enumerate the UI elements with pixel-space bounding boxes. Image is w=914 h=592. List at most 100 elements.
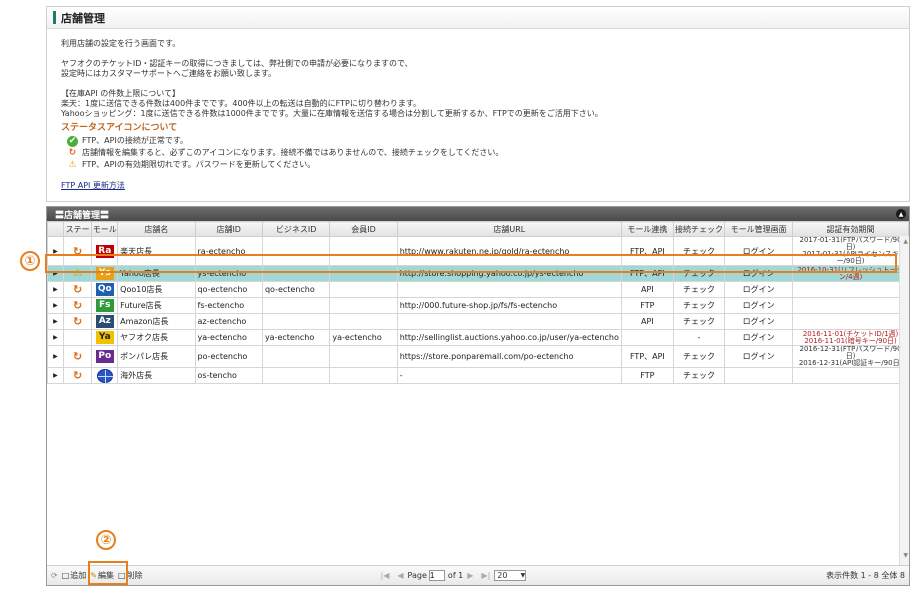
auth-period-cell: 2016-12-31(FTPパスワード/90日) 2016-12-31(API認証… <box>792 345 909 368</box>
delete-button-label: 削除 <box>126 571 143 580</box>
auth-period-cell <box>792 313 909 330</box>
table-row[interactable]: ▶ ↻ Qo Qoo10店長 qo-ectencho qo-ectencho API チェック… <box>47 281 909 298</box>
column-header-mall[interactable]: モール <box>91 221 119 237</box>
expand-row-icon[interactable]: ▶ <box>47 345 64 368</box>
mall-link-cell <box>620 329 674 346</box>
status-item: ✔ FTP、APIの接続が正常です。 <box>61 135 895 147</box>
collapse-icon[interactable]: ▲ <box>896 209 906 219</box>
mall-link-cell: FTP、API <box>620 345 674 368</box>
auth-period-text: 2016-11-01(チケットID/1週) 2016-11-01(暗号キー/90日… <box>795 331 906 345</box>
mall-logo-icon: Qo <box>95 283 114 296</box>
table-row[interactable]: ▶ Ya ヤフオク店長 ya-ectencho ya-ectencho ya-ectenc… <box>47 329 909 346</box>
per-page-select[interactable]: 20 ▼ <box>494 570 527 581</box>
connection-check-cell[interactable]: チェック <box>672 297 726 314</box>
member-id-cell <box>329 345 398 368</box>
description-line: ヤフオクのチケットID・認証キーの取得につきましては、弊社側での申請が必要になり… <box>61 59 413 68</box>
auth-period-line: 2016-12-31(API認証キー/90日) <box>798 359 903 367</box>
connection-check-cell[interactable]: - <box>672 329 726 346</box>
connection-check-cell[interactable]: チェック <box>672 313 726 330</box>
column-header-store-name[interactable]: 店舗名 <box>117 221 196 237</box>
mall-link-cell: FTP <box>620 297 674 314</box>
member-id-cell: ya-ectencho <box>329 329 398 346</box>
column-header-member-id[interactable]: 会員ID <box>329 221 398 237</box>
page-title: 店舗管理 <box>61 11 105 25</box>
connection-check-cell[interactable]: チェック <box>672 345 726 368</box>
status-heading: ステータスアイコンについて <box>61 123 178 133</box>
store-id-cell: az-ectencho <box>194 313 263 330</box>
column-header-business-id[interactable]: ビジネスID <box>261 221 331 237</box>
vertical-scrollbar[interactable] <box>899 236 909 567</box>
page-number-input[interactable] <box>428 570 445 581</box>
admin-login-cell[interactable]: ログイン <box>724 329 794 346</box>
connection-check-cell[interactable]: チェック <box>672 367 726 384</box>
mall-logo-icon: Ya <box>95 331 114 344</box>
auth-period-cell <box>792 281 909 298</box>
expand-row-icon[interactable]: ▶ <box>47 281 64 298</box>
grid-title: 〓店舗管理〓 <box>55 210 110 221</box>
check-icon: ✔ <box>67 135 78 147</box>
add-button[interactable]: □ 追加 <box>62 570 87 581</box>
mall-link-cell: API <box>620 313 674 330</box>
refresh-grid-icon[interactable]: ⟳ <box>51 571 58 580</box>
column-header-connection-check[interactable]: 接続チェック <box>672 221 726 237</box>
table-row[interactable]: ▶ ↻ Fs Future店長 fs-ectencho http://000.future… <box>47 297 909 314</box>
expand-row-icon[interactable]: ▶ <box>47 367 64 384</box>
store-name-cell: Amazon店長 <box>117 313 196 330</box>
column-header-auth-period[interactable]: 認証有効期間 <box>792 221 909 237</box>
admin-login-cell[interactable]: ログイン <box>724 313 794 330</box>
admin-login-cell[interactable]: ログイン <box>724 345 794 368</box>
annotation-one-box <box>45 254 897 273</box>
mall-logo-icon: Az <box>95 315 114 328</box>
grid-pager: ⟳ □ 追加 ✎ 編集 □ 削除 |◀ ◀ Page of 1 ▶ ▶| 20 … <box>47 565 909 585</box>
table-row[interactable]: ▶ ↻ Az Amazon店長 az-ectencho API チェック ログイン <box>47 313 909 330</box>
status-cell: ↻ <box>62 367 93 384</box>
ftp-api-help-link[interactable]: FTP API 更新方法 <box>61 181 125 191</box>
status-cell <box>62 329 93 346</box>
store-table: ステー モール 店舗名 店舗ID ビジネスID 会員ID 店舗URL モール連携 接続チェックモ… <box>47 221 909 384</box>
business-id-cell: ya-ectencho <box>261 329 331 346</box>
refresh-icon: ↻ <box>72 350 83 363</box>
column-header-mall-link[interactable]: モール連携 <box>620 221 674 237</box>
business-id-cell <box>261 367 331 384</box>
scroll-down-icon[interactable]: ▼ <box>903 552 908 559</box>
status-cell: ↻ <box>62 297 93 314</box>
expand-row-icon[interactable]: ▶ <box>47 313 64 330</box>
description-line: 利用店舗の設定を行う画面です。 <box>61 39 181 48</box>
next-page-icon[interactable]: ▶ <box>467 571 473 580</box>
prev-page-icon[interactable]: ◀ <box>397 571 403 580</box>
admin-login-cell[interactable] <box>724 367 794 384</box>
scroll-up-icon[interactable]: ▲ <box>903 238 908 245</box>
annotation-one: ① <box>20 251 40 271</box>
member-id-cell <box>329 281 398 298</box>
store-name-cell: ヤフオク店長 <box>117 329 196 346</box>
first-page-icon[interactable]: |◀ <box>381 571 390 580</box>
auth-period-text: 2016-12-31(FTPパスワード/90日) 2016-12-31(API認証… <box>795 347 906 367</box>
column-header-store-id[interactable]: 店舗ID <box>194 221 263 237</box>
chevron-down-icon: ▼ <box>520 572 526 579</box>
expand-row-icon[interactable]: ▶ <box>47 297 64 314</box>
connection-check-cell[interactable]: チェック <box>672 281 726 298</box>
column-header-expand[interactable] <box>47 221 64 237</box>
store-name-cell: Future店長 <box>117 297 196 314</box>
business-id-cell <box>261 297 331 314</box>
expand-row-icon[interactable]: ▶ <box>47 329 64 346</box>
column-header-store-url[interactable]: 店舗URL <box>396 221 622 237</box>
status-item-text: FTP、APIの接続が正常です。 <box>82 136 189 145</box>
table-row[interactable]: ▶ ↻ 海外店長 os-tencho - FTP チェック <box>47 367 909 384</box>
column-header-mall-admin[interactable]: モール管理画面 <box>724 221 794 237</box>
annotation-two: ② <box>96 530 116 550</box>
business-id-cell <box>261 313 331 330</box>
store-url-cell: - <box>396 367 622 384</box>
store-id-cell: os-tencho <box>194 367 263 384</box>
table-row[interactable]: ▶ ↻ Po ポンパレ店長 po-ectencho https://store.ponpa… <box>47 345 909 368</box>
table-header-row: ステー モール 店舗名 店舗ID ビジネスID 会員ID 店舗URL モール連携 接続チェックモ… <box>47 221 909 237</box>
refresh-icon: ↻ <box>72 369 83 382</box>
status-cell: ↻ <box>62 281 93 298</box>
admin-login-cell[interactable]: ログイン <box>724 281 794 298</box>
panel-header: 店舗管理 <box>47 7 909 29</box>
column-header-status[interactable]: ステー <box>62 221 93 237</box>
admin-login-cell[interactable]: ログイン <box>724 297 794 314</box>
member-id-cell <box>329 313 398 330</box>
api-limit-rakuten: 楽天：1度に送信できる件数は400件までです。400件以上の転送は自動的にFTP… <box>61 99 422 108</box>
last-page-icon[interactable]: ▶| <box>481 571 490 580</box>
